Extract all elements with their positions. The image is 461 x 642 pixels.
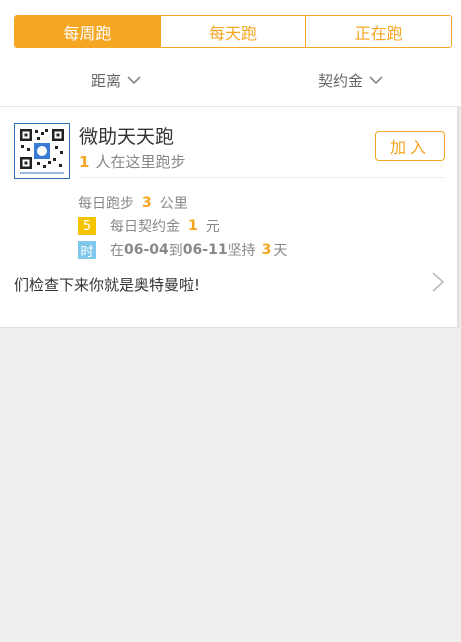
chevron-down-icon (127, 75, 141, 85)
distance-filter[interactable]: 距离 (91, 62, 141, 98)
daily-run-label: 每日跑步 (78, 196, 134, 212)
deposit-value: 1 (188, 218, 198, 234)
duration-row: 时 在 06-04 到 06-11 坚持 3 天 (78, 240, 287, 260)
date-separator: 到 (168, 243, 183, 259)
chevron-down-icon (369, 75, 383, 85)
running-group-card[interactable]: 微助天天跑 1 人在这里跑步 加入 每日跑步 3 公里 5 每日契约金 1 元 时… (0, 106, 457, 328)
daily-run-unit: 公里 (159, 196, 188, 212)
deposit-filter[interactable]: 契约金 (318, 62, 383, 98)
deposit-filter-label: 契约金 (318, 71, 364, 90)
member-count: 1 (79, 153, 90, 171)
chevron-right-icon[interactable] (431, 271, 445, 297)
deposit-label: 每日契约金 (110, 219, 180, 235)
deposit-unit: 元 (205, 219, 220, 235)
time-prefix: 在 (110, 243, 124, 259)
tab-running-now[interactable]: 正在跑 (305, 16, 451, 47)
group-name: 微助天天跑 (79, 126, 175, 148)
group-description: 们检查下来你就是奥特曼啦! (14, 276, 201, 294)
tab-weekly-run[interactable]: 每周跑 (15, 16, 160, 47)
card-edge-shadow (457, 106, 461, 328)
join-button[interactable]: 加入 (375, 131, 445, 161)
distance-filter-label: 距离 (91, 71, 122, 90)
qr-code-icon (14, 123, 70, 179)
deposit-row: 5 每日契约金 1 元 (78, 216, 220, 236)
tab-daily-run[interactable]: 每天跑 (159, 16, 306, 47)
member-count-text: 人在这里跑步 (95, 153, 186, 171)
daily-run-value: 3 (142, 195, 152, 211)
persist-days: 3 (261, 242, 272, 258)
filter-bar: 距离 契约金 (0, 62, 461, 98)
divider (79, 177, 445, 178)
start-date: 06-04 (124, 242, 169, 258)
persist-label: 坚持 (227, 243, 256, 259)
tab-bar: 每周跑 每天跑 正在跑 (14, 15, 452, 48)
member-count-line: 1 人在这里跑步 (79, 151, 185, 172)
deposit-badge: 5 (78, 217, 96, 235)
persist-unit: 天 (273, 243, 288, 259)
time-badge: 时 (78, 241, 96, 260)
end-date: 06-11 (182, 242, 228, 258)
daily-run-row: 每日跑步 3 公里 (78, 193, 188, 213)
page: 每周跑 每天跑 正在跑 距离 契约金 微助天天跑 1 人在这里跑步 加入 每日跑… (0, 0, 461, 642)
header-area: 每周跑 每天跑 正在跑 距离 契约金 (0, 0, 461, 106)
